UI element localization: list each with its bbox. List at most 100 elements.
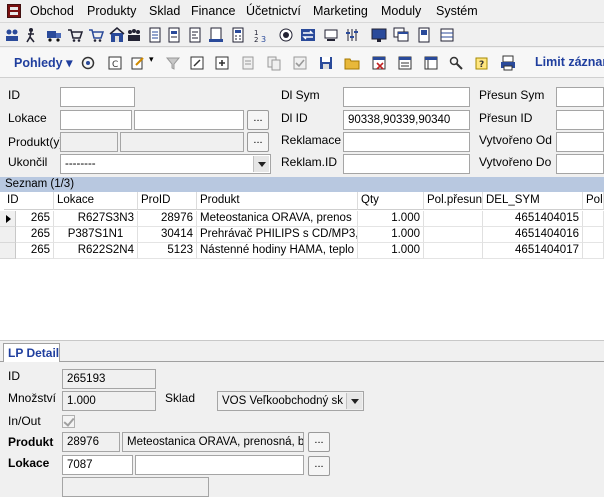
menu-marketing[interactable]: Marketing	[313, 4, 368, 18]
print-icon[interactable]	[500, 55, 516, 71]
menu-produkty[interactable]: Produkty	[87, 4, 136, 18]
filter-dl-id-input[interactable]: 90338,90339,90340	[343, 110, 470, 130]
detail-sklad-label: Sklad	[165, 391, 196, 405]
table-row[interactable]: 265 P387S1N1 30414 Prehrávač PHILIPS s C…	[0, 227, 604, 243]
filter-presun-id-label: Přesun ID	[479, 111, 533, 125]
save-icon[interactable]	[318, 55, 334, 71]
cell-pol	[583, 243, 604, 259]
copy-icon[interactable]: C	[107, 55, 123, 71]
views-dropdown[interactable]: Pohledy ▾	[14, 55, 72, 70]
filter-lokace-input[interactable]	[60, 110, 132, 130]
filter-produkty-input[interactable]	[120, 132, 244, 152]
table-row[interactable]: 265 R622S2N4 5123 Nástenné hodiny HAMA, …	[0, 243, 604, 259]
filter-reklamace-input[interactable]	[343, 132, 470, 152]
tools-wrench-icon[interactable]	[448, 55, 464, 71]
column-header-lokace[interactable]: Lokace	[54, 192, 138, 210]
filter-vytvoreno-do-input[interactable]	[556, 154, 604, 174]
row-selected-indicator[interactable]	[0, 211, 16, 227]
filter-presun-sym-input[interactable]	[556, 87, 604, 107]
filter-produkty-id-input[interactable]	[60, 132, 118, 152]
refresh-icon[interactable]	[80, 55, 96, 71]
filter-reklam-id-input[interactable]	[343, 154, 470, 174]
list-view-icon[interactable]	[397, 55, 413, 71]
detail-mnozstvi-field: 1.000	[62, 391, 156, 411]
sort-numbers-icon[interactable]: 12 3	[253, 27, 269, 43]
folder-open-icon[interactable]	[344, 55, 360, 71]
document-list-icon[interactable]	[166, 27, 182, 43]
close-record-icon[interactable]	[371, 55, 387, 71]
database-icon[interactable]	[439, 27, 455, 43]
detail-id-label: ID	[8, 369, 20, 383]
edit-dropdown-icon[interactable]	[130, 55, 146, 71]
people-group-icon[interactable]	[126, 27, 142, 43]
users-icon[interactable]	[4, 27, 20, 43]
column-header-pol[interactable]: Pol	[583, 192, 604, 210]
filter-icon[interactable]	[165, 55, 181, 71]
tools-icon[interactable]	[323, 27, 339, 43]
filter-lokace-browse-button[interactable]: ...	[247, 110, 269, 130]
column-header-proid[interactable]: ProID	[138, 192, 197, 210]
edit-dropdown-arrow[interactable]: ▾	[149, 54, 154, 65]
tab-lp-detail[interactable]: LP Detail	[3, 343, 60, 363]
warehouse-icon[interactable]	[109, 27, 125, 43]
detail-lokace-browse-button[interactable]: ...	[308, 456, 330, 476]
column-header-id[interactable]: ID	[4, 192, 54, 210]
column-header-pol-presun[interactable]: Pol.přesun	[424, 192, 483, 210]
detail-lokace-label: Lokace	[8, 456, 50, 470]
calculator-icon[interactable]	[230, 27, 246, 43]
report-icon[interactable]	[208, 27, 224, 43]
filter-presun-id-input[interactable]	[556, 110, 604, 130]
invoice-icon[interactable]	[187, 27, 203, 43]
filter-reklamace-label: Reklamace	[281, 133, 342, 147]
monitor-icon[interactable]	[371, 27, 387, 43]
menu-moduly[interactable]: Moduly	[381, 4, 421, 18]
edit-icon[interactable]	[189, 55, 205, 71]
limit-records-label[interactable]: Limit záznam	[535, 55, 604, 69]
truck-icon[interactable]	[46, 27, 62, 43]
windows-icon[interactable]	[393, 27, 409, 43]
duplicate-icon[interactable]	[266, 55, 282, 71]
filter-dl-id-label: Dl ID	[281, 111, 308, 125]
detail-mnozstvi-label: Množství	[8, 391, 57, 405]
menu-system[interactable]: Systém	[436, 4, 478, 18]
person-walk-icon[interactable]	[24, 27, 40, 43]
menu-obchod[interactable]: Obchod	[30, 4, 74, 18]
table-row[interactable]: 265 R627S3N3 28976 Meteostanica ORAVA, p…	[0, 211, 604, 227]
copy-record-icon[interactable]	[240, 55, 256, 71]
chevron-down-icon	[346, 393, 362, 409]
detail-lokace-name-field[interactable]	[135, 455, 304, 475]
document-icon[interactable]	[147, 27, 163, 43]
confirm-icon[interactable]	[292, 55, 308, 71]
row-indicator[interactable]	[0, 227, 16, 243]
filter-dl-sym-input[interactable]	[343, 87, 470, 107]
filter-ukoncil-label: Ukončil	[8, 155, 48, 169]
cart-check-icon[interactable]	[88, 27, 104, 43]
filter-vytvoreno-od-input[interactable]	[556, 132, 604, 152]
filter-ukoncil-select[interactable]: --------	[60, 154, 271, 174]
phone-icon[interactable]	[416, 27, 432, 43]
menu-finance[interactable]: Finance	[191, 4, 235, 18]
detail-view-icon[interactable]	[423, 55, 439, 71]
detail-lokace-field[interactable]: 7087	[62, 455, 133, 475]
menu-sklad[interactable]: Sklad	[149, 4, 180, 18]
action-toolbar: Pohledy ▾ C ▾ ? Limit záznam	[0, 48, 604, 78]
help-icon[interactable]: ?	[474, 55, 490, 71]
app-icon[interactable]	[7, 4, 21, 18]
cell-pol	[583, 227, 604, 243]
cart-icon[interactable]	[67, 27, 83, 43]
filter-id-input[interactable]	[60, 87, 135, 107]
record-icon[interactable]	[278, 27, 294, 43]
column-header-del-sym[interactable]: DEL_SYM	[483, 192, 583, 210]
menu-ucetnictvi[interactable]: Účetnictví	[246, 4, 301, 18]
column-header-qty[interactable]: Qty	[358, 192, 424, 210]
add-icon[interactable]	[214, 55, 230, 71]
transfer-icon[interactable]	[300, 27, 316, 43]
cell-lokace: R622S2N4	[54, 243, 138, 259]
filter-lokace-name-input[interactable]	[134, 110, 244, 130]
column-header-produkt[interactable]: Produkt	[197, 192, 358, 210]
chevron-down-icon[interactable]	[253, 156, 269, 172]
svg-text:2: 2	[254, 36, 258, 43]
sliders-icon[interactable]	[344, 27, 360, 43]
row-indicator[interactable]	[0, 243, 16, 259]
filter-produkty-browse-button[interactable]: ...	[247, 132, 269, 152]
